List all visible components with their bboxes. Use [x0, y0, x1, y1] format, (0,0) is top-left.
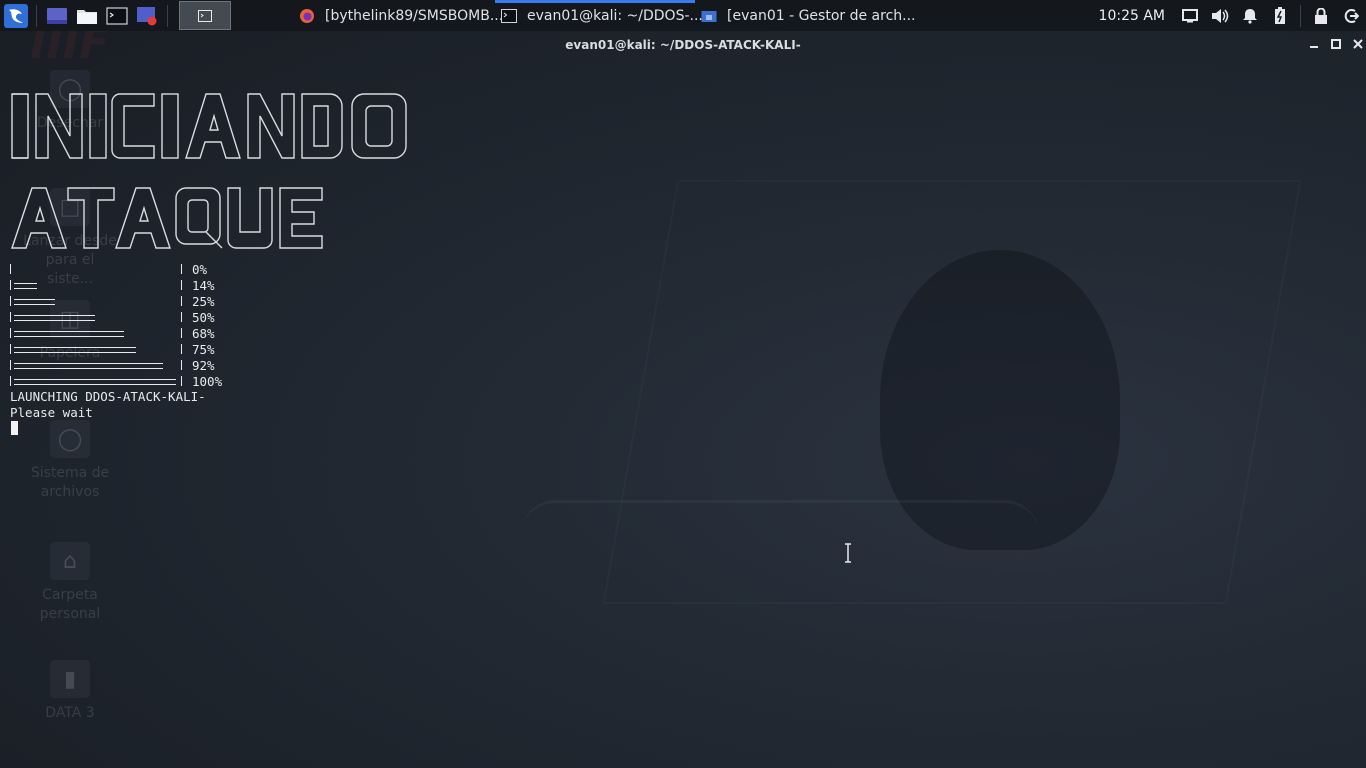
logout-icon[interactable] — [1340, 5, 1362, 27]
progress-bar — [10, 280, 182, 290]
kali-menu-button[interactable] — [0, 0, 31, 31]
text-cursor-icon — [845, 543, 851, 563]
progress-percent: 100% — [192, 373, 223, 389]
show-desktop-button[interactable] — [45, 5, 69, 27]
top-panel: [bythelink89/SMSBOMB... evan01@kali: ~/D… — [0, 0, 1366, 31]
progress-list: 0% 14% 25% 50% 68% 75% 92% 100% — [10, 261, 222, 389]
progress-percent: 50% — [192, 309, 215, 325]
file-manager-launcher[interactable] — [75, 5, 99, 27]
wait-message: Please wait — [10, 405, 93, 420]
close-button[interactable] — [1350, 36, 1366, 52]
progress-percent: 0% — [192, 261, 208, 277]
desktop-icon — [47, 7, 67, 24]
progress-fill — [14, 379, 176, 385]
panel-separator — [36, 4, 37, 27]
terminal-cursor — [11, 421, 18, 435]
ascii-art-banner — [11, 93, 407, 249]
system-tray: 10:25 AM — [1099, 0, 1366, 31]
progress-percent: 92% — [192, 357, 215, 373]
firefox-icon — [299, 8, 315, 24]
screen-recorder-icon — [137, 6, 157, 25]
progress-row: 92% — [10, 357, 222, 373]
task-label: [bythelink89/SMSBOMB... — [325, 7, 504, 24]
panel-separator — [1300, 4, 1301, 27]
taskbar: [bythelink89/SMSBOMB... evan01@kali: ~/D… — [293, 0, 916, 31]
kali-dragon-icon — [3, 3, 28, 28]
task-label: [evan01 - Gestor de arch... — [727, 7, 916, 24]
progress-fill — [14, 331, 124, 337]
volume-icon[interactable] — [1209, 5, 1231, 27]
progress-row: 68% — [10, 325, 222, 341]
terminal-launcher[interactable] — [105, 5, 129, 27]
terminal-window-icon — [198, 9, 212, 22]
progress-fill — [14, 299, 55, 305]
progress-bar — [10, 360, 182, 370]
task-firefox[interactable]: [bythelink89/SMSBOMB... — [293, 0, 503, 31]
terminal-icon — [106, 6, 128, 25]
display-icon[interactable] — [1179, 5, 1201, 27]
file-manager-icon — [701, 8, 717, 24]
battery-icon[interactable] — [1269, 5, 1291, 27]
close-icon — [1353, 39, 1363, 49]
terminal-output[interactable]: 0% 14% 25% 50% 68% 75% 92% 100% LAUNCHIN… — [10, 60, 1350, 760]
maximize-button[interactable] — [1328, 36, 1344, 52]
lock-icon[interactable] — [1310, 5, 1332, 27]
progress-bar — [10, 296, 182, 306]
minimize-icon — [1310, 46, 1318, 48]
progress-fill — [14, 347, 136, 353]
maximize-icon — [1331, 39, 1341, 49]
progress-row: 0% — [10, 261, 222, 277]
progress-percent: 75% — [192, 341, 215, 357]
task-label: evan01@kali: ~/DDOS-... — [527, 7, 703, 24]
progress-fill — [14, 363, 163, 369]
terminal-icon — [501, 8, 517, 24]
progress-percent: 14% — [192, 277, 215, 293]
word-ataque — [11, 187, 323, 249]
progress-fill — [14, 315, 95, 321]
task-file-manager[interactable]: [evan01 - Gestor de arch... — [695, 0, 916, 31]
progress-bar — [10, 264, 182, 274]
progress-percent: 68% — [192, 325, 215, 341]
progress-row: 50% — [10, 309, 222, 325]
screen-recorder-launcher[interactable] — [135, 5, 159, 27]
progress-bar — [10, 376, 182, 386]
folder-icon — [77, 9, 97, 24]
progress-bar — [10, 344, 182, 354]
progress-row: 75% — [10, 341, 222, 357]
progress-bar — [10, 328, 182, 338]
progress-row: 25% — [10, 293, 222, 309]
word-iniciando — [11, 93, 407, 159]
progress-fill — [14, 283, 37, 289]
desktop: { "panel": { "tasks": [ {"label": "[byth… — [0, 0, 1366, 768]
progress-percent: 25% — [192, 293, 215, 309]
clock[interactable]: 10:25 AM — [1099, 8, 1165, 24]
progress-bar — [10, 312, 182, 322]
panel-separator — [167, 4, 168, 27]
workspace-switcher[interactable] — [179, 1, 231, 30]
task-terminal[interactable]: evan01@kali: ~/DDOS-... — [495, 0, 703, 31]
window-title[interactable]: evan01@kali: ~/DDOS-ATACK-KALI- — [0, 34, 1366, 56]
minimize-button[interactable] — [1306, 36, 1322, 52]
progress-row: 100% — [10, 373, 222, 389]
notification-bell-icon[interactable] — [1239, 5, 1261, 27]
progress-row: 14% — [10, 277, 222, 293]
launch-message: LAUNCHING DDOS-ATACK-KALI- — [10, 389, 206, 404]
